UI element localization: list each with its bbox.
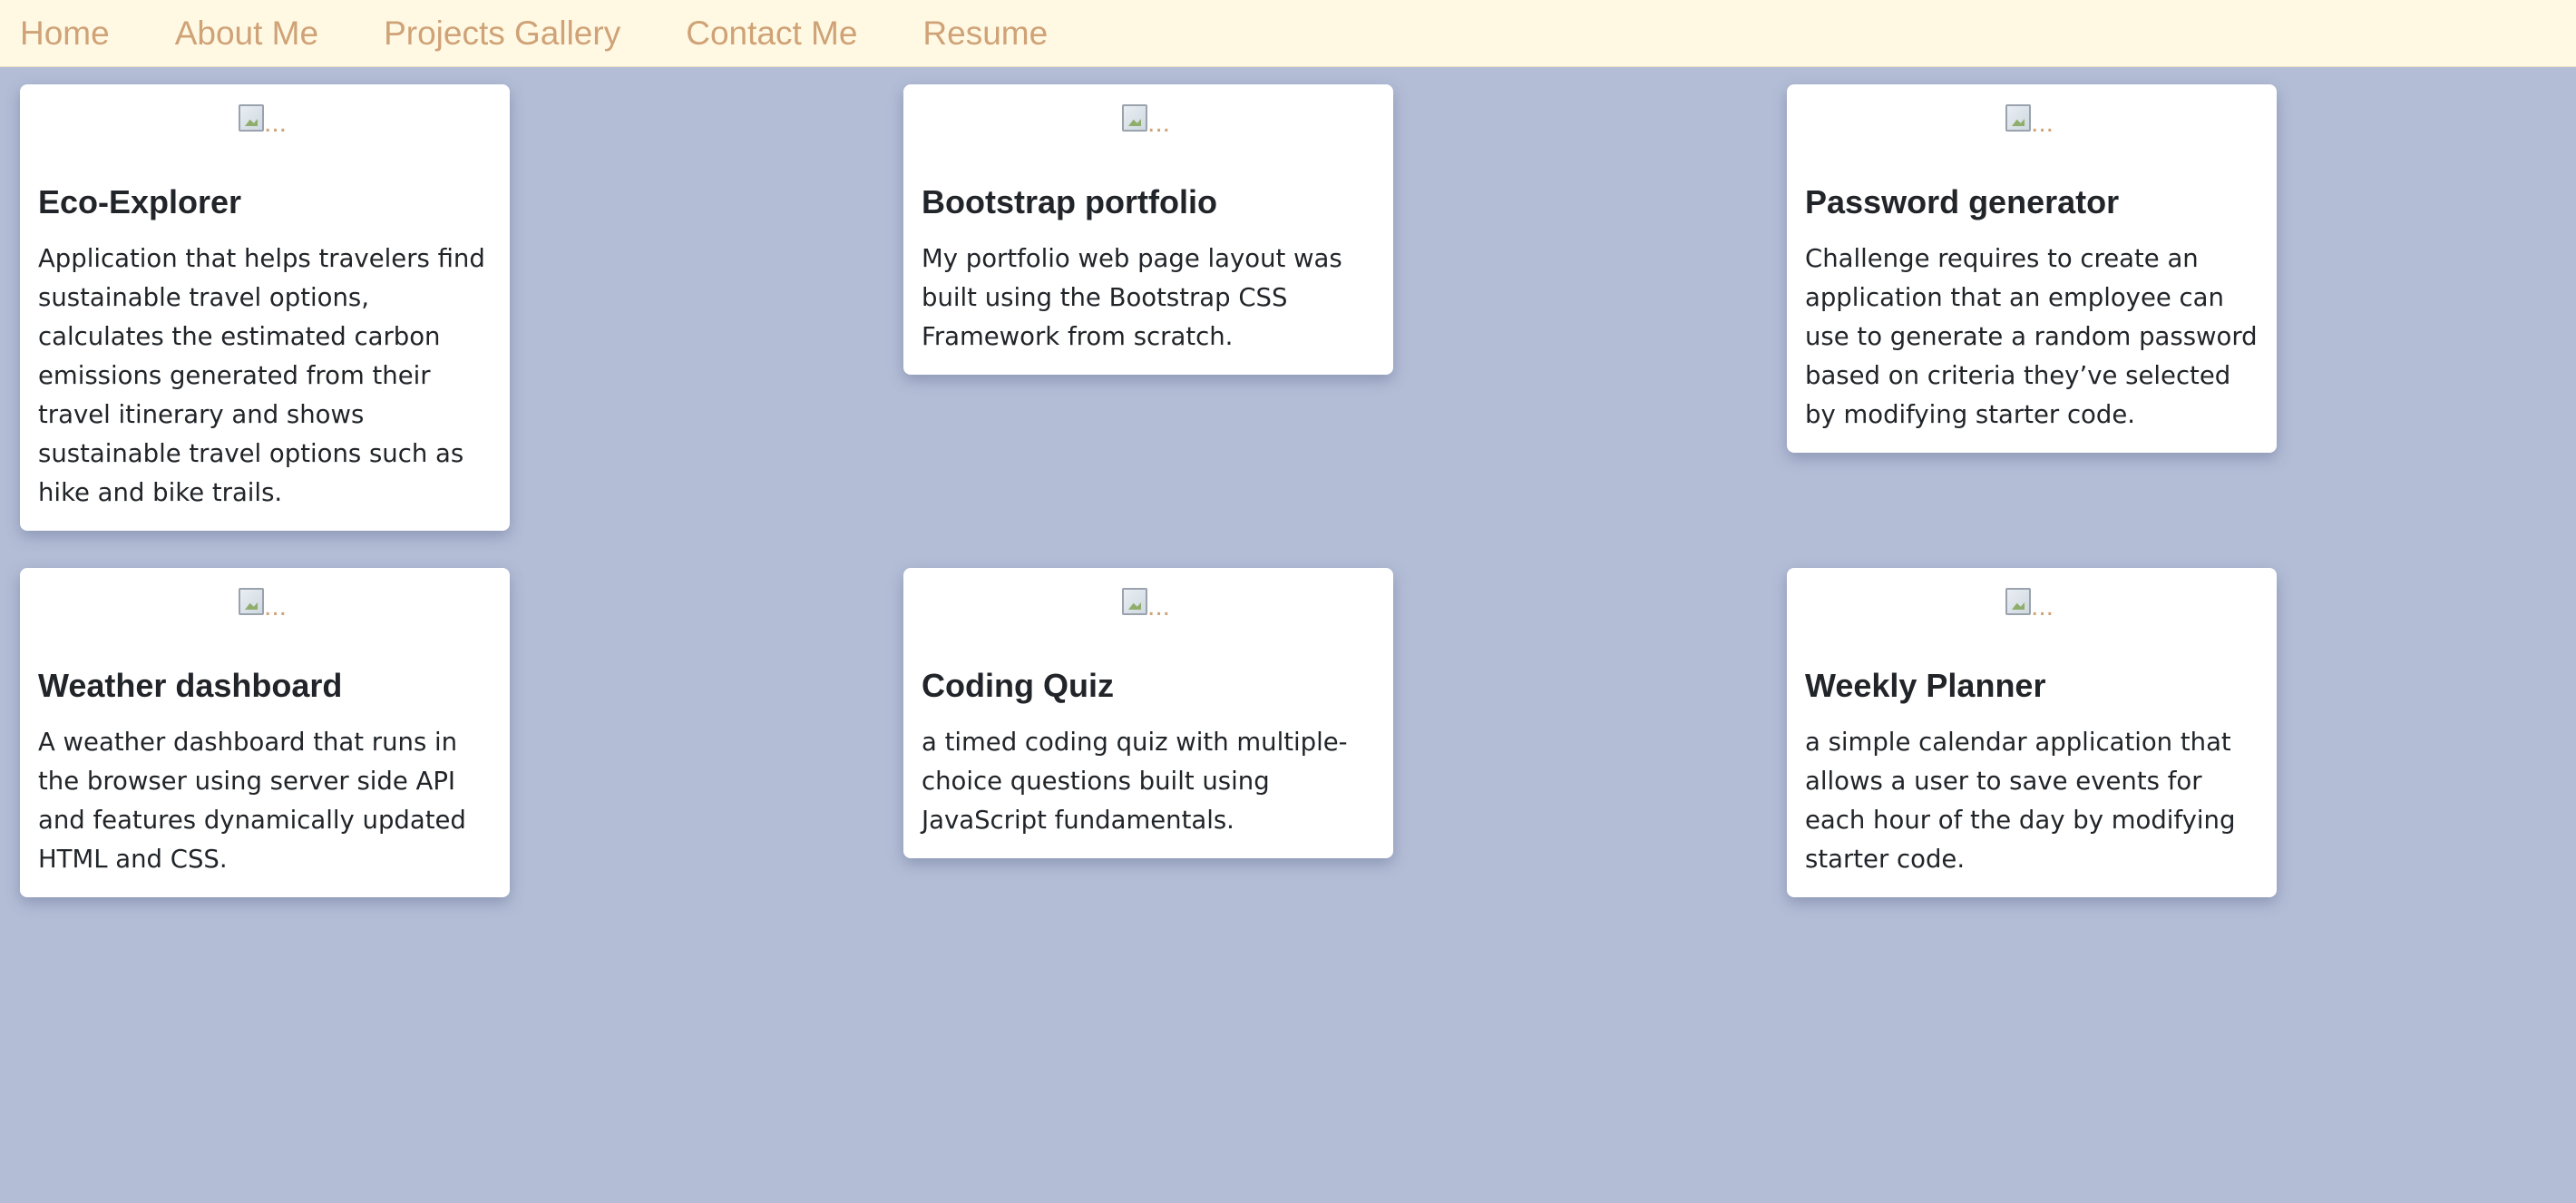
card-description: A weather dashboard that runs in the bro… [38, 728, 466, 875]
nav-link-home[interactable]: Home [20, 16, 110, 50]
project-image-broken-icon: ... [1122, 588, 1175, 626]
project-card-bootstrap-portfolio: ... Bootstrap portfolio My portfolio web… [903, 84, 1393, 376]
nav-link-contact-me[interactable]: Contact Me [686, 16, 857, 50]
broken-image-icon [1122, 588, 1147, 615]
card-title: Eco-Explorer [38, 183, 242, 220]
card-description: Application that helps travelers find su… [38, 244, 485, 508]
card-description: a simple calendar application that allow… [1805, 728, 2236, 875]
image-alt-text: ... [2031, 108, 2054, 138]
card-description: a timed coding quiz with multiple-choice… [922, 728, 1348, 836]
project-card-weather-dashboard: ... Weather dashboard A weather dashboar… [20, 568, 510, 898]
image-alt-text: ... [264, 592, 288, 621]
project-image-broken-icon: ... [2005, 588, 2058, 626]
broken-image-icon [239, 104, 264, 132]
card-title: Weather dashboard [38, 667, 343, 704]
card-title: Password generator [1805, 183, 2120, 220]
image-alt-text: ... [1147, 592, 1171, 621]
project-image-broken-icon: ... [2005, 104, 2058, 142]
project-card-coding-quiz: ... Coding Quiz a timed coding quiz with… [903, 568, 1393, 859]
project-image-broken-icon: ... [239, 104, 291, 142]
project-card-eco-explorer: ... Eco-Explorer Application that helps … [20, 84, 510, 532]
nav-link-about-me[interactable]: About Me [175, 16, 318, 50]
nav-link-projects-gallery[interactable]: Projects Gallery [384, 16, 620, 50]
image-alt-text: ... [264, 108, 288, 138]
card-title: Weekly Planner [1805, 667, 2046, 704]
broken-image-icon [2005, 104, 2031, 132]
image-alt-text: ... [1147, 108, 1171, 138]
project-image-broken-icon: ... [239, 588, 291, 626]
card-title: Coding Quiz [922, 667, 1114, 704]
top-navbar: Home About Me Projects Gallery Contact M… [0, 0, 2576, 67]
broken-image-icon [1122, 104, 1147, 132]
project-card-weekly-planner: ... Weekly Planner a simple calendar app… [1787, 568, 2277, 898]
nav-link-resume[interactable]: Resume [922, 16, 1048, 50]
card-title: Bootstrap portfolio [922, 183, 1217, 220]
card-description: Challenge requires to create an applicat… [1805, 244, 2258, 430]
card-description: My portfolio web page layout was built u… [922, 244, 1342, 352]
image-alt-text: ... [2031, 592, 2054, 621]
project-image-broken-icon: ... [1122, 104, 1175, 142]
project-card-password-generator: ... Password generator Challenge require… [1787, 84, 2277, 454]
broken-image-icon [239, 588, 264, 615]
broken-image-icon [2005, 588, 2031, 615]
